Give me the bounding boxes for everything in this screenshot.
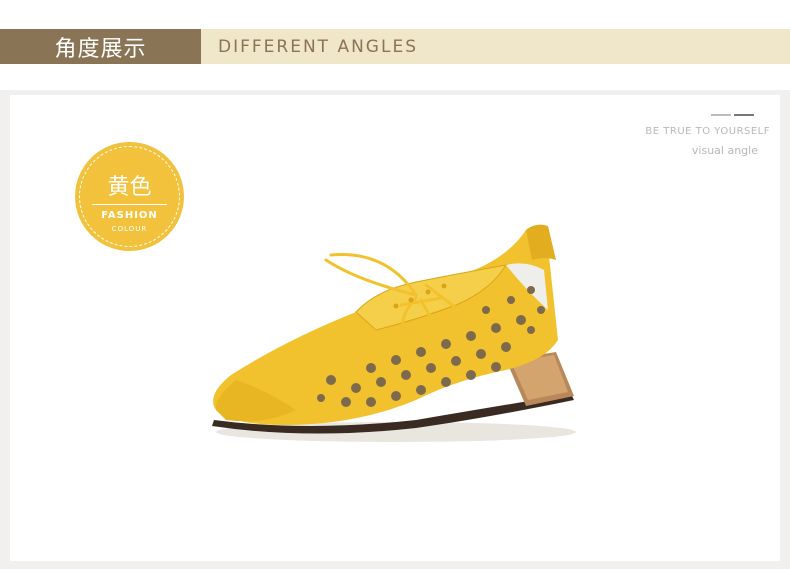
dash-mark-light: [711, 114, 731, 116]
section-title-en: DIFFERENT ANGLES: [201, 29, 790, 64]
tagline: BE TRUE TO YOURSELF: [645, 126, 770, 137]
top-bar: 角度展示 DIFFERENT ANGLES: [0, 0, 790, 90]
color-badge: 黄色 FASHION COLOUR: [75, 142, 184, 251]
badge-divider: [92, 204, 167, 205]
dash-mark-dark: [734, 114, 754, 116]
yellow-shoe-image: [212, 224, 576, 442]
badge-fashion-text: FASHION: [101, 210, 158, 221]
product-angle-panel: BE TRUE TO YOURSELF visual angle 黄色 FASH…: [10, 95, 780, 561]
visual-angle-label: visual angle: [691, 144, 758, 157]
badge-color-name: 黄色: [107, 175, 152, 200]
badge-colour-text: COLOUR: [111, 225, 148, 233]
decorative-dash-marks: [711, 114, 754, 117]
section-title-cn: 角度展示: [0, 29, 201, 64]
